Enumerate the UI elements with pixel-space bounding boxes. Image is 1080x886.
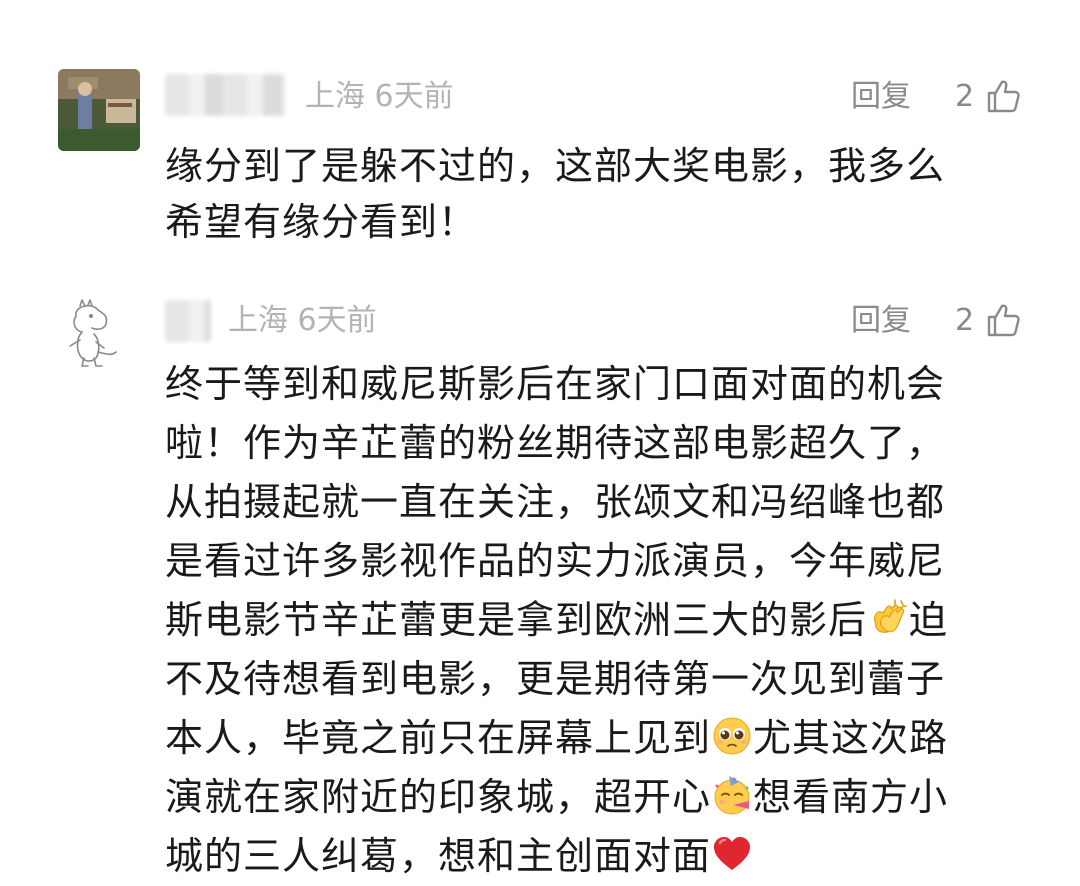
comment-line: 是看过许多影视作品的实力派演员，今年威尼 xyxy=(165,539,946,583)
thumbs-up-icon[interactable] xyxy=(985,302,1021,338)
comment-text: 终于等到和威尼斯影后在家门口面对面的机会 啦！作为辛芷蕾的粉丝期待这部电影超久了… xyxy=(165,355,1065,886)
comment-line-text: 演就在家附近的印象城，超开心 xyxy=(165,775,712,819)
comment-line-text: 斯电影节辛芷蕾更是拿到欧洲三大的影后 xyxy=(165,598,868,642)
pleading-face-emoji xyxy=(713,717,751,755)
comment-line: 不及待想看到电影，更是期待第一次见到蕾子 xyxy=(165,657,946,701)
comment-line-with-emoji: 斯电影节辛芷蕾更是拿到欧洲三大的影后 迫 xyxy=(165,591,1065,650)
comment-line: 终于等到和威尼斯影后在家门口面对面的机会 xyxy=(165,362,946,406)
avatar[interactable] xyxy=(58,294,140,376)
comment-line-with-emoji: 本人，毕竟之前只在屏幕上见到 尤其这次路 xyxy=(165,709,1065,768)
comment-item: 上海 6天前 回复 2 终于等到和威尼斯影后在家门口面对面的机会 啦！作为辛芷蕾… xyxy=(0,0,1080,883)
username-blurred[interactable] xyxy=(165,300,211,342)
comment-line: 啦！作为辛芷蕾的粉丝期待这部电影超久了， xyxy=(165,421,946,465)
comment-line-text: 迫 xyxy=(909,598,949,642)
comment-line: 从拍摄起就一直在关注，张颂文和冯绍峰也都 xyxy=(165,480,946,524)
comment-line-with-emoji: 演就在家附近的印象城，超开心 想看南方小 xyxy=(165,768,1065,827)
comment-line-text: 本人，毕竟之前只在屏幕上见到 xyxy=(165,716,712,760)
comment-location: 上海 xyxy=(228,303,288,338)
like-count: 2 xyxy=(955,303,975,338)
red-heart-emoji xyxy=(714,837,751,870)
moomin-avatar-icon xyxy=(58,294,140,376)
comment-time: 6天前 xyxy=(297,303,377,338)
comment-line-text: 城的三人纠葛，想和主创面对面 xyxy=(165,834,712,878)
reply-button[interactable]: 回复 xyxy=(851,300,911,342)
clapping-hands-emoji xyxy=(874,599,907,633)
comment-line-text: 想看南方小 xyxy=(753,775,949,819)
comment-line-with-emoji: 城的三人纠葛，想和主创面对面 xyxy=(165,827,1065,886)
comment-line-text: 尤其这次路 xyxy=(753,716,949,760)
partying-face-emoji xyxy=(714,776,750,815)
comment-meta: 上海 6天前 xyxy=(228,300,377,342)
